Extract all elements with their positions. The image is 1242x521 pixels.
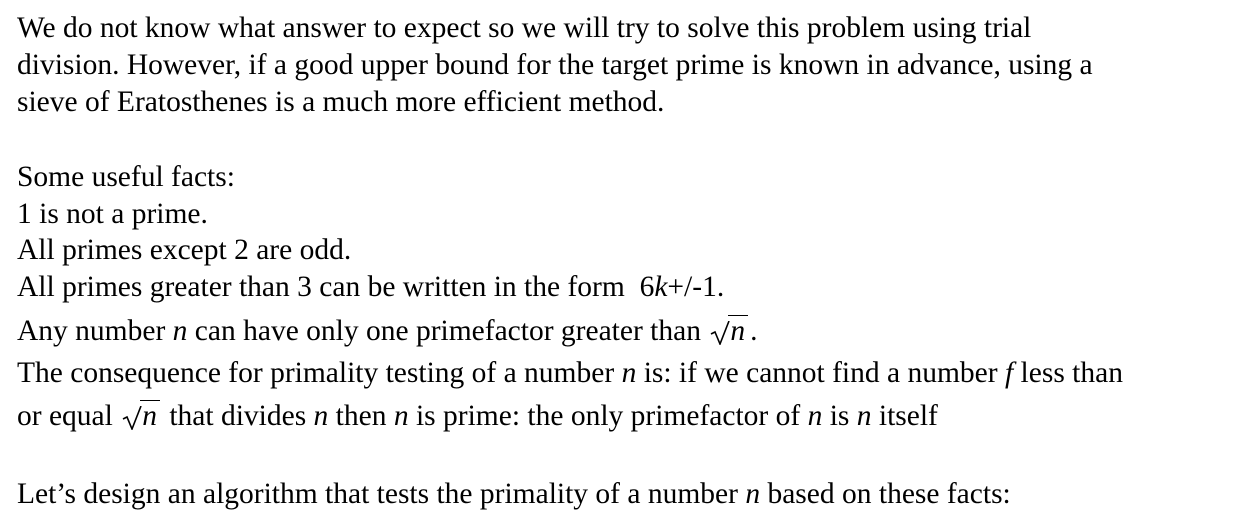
fact-text: All primes greater than 3 can be written…	[17, 271, 625, 303]
paragraph-line: sieve of Eratosthenes is a much more eff…	[17, 86, 665, 118]
radical-sign-icon	[710, 321, 731, 345]
variable-n: n	[172, 315, 188, 347]
closing-line: Let’s design an algorithm that tests the…	[17, 478, 1011, 510]
fact-line: All primes except 2 are odd.	[17, 234, 352, 266]
fact-line: 1 is not a prime.	[17, 198, 208, 230]
square-root-n: n	[710, 315, 749, 348]
fact-line: The consequence for primality testing of…	[17, 357, 1123, 389]
facts-heading: Some useful facts:	[17, 161, 235, 193]
square-root-n: n	[122, 400, 160, 433]
paragraph-line: division. However, if a good upper bound…	[17, 49, 1093, 81]
radical-sign-icon	[122, 406, 142, 430]
fact-line: or equal n that divides n then n is prim…	[17, 400, 938, 433]
fact-line: Any number n can have only one primefact…	[17, 315, 758, 348]
paragraph-line: We do not know what answer to expect so …	[17, 12, 1032, 44]
fact-line: All primes greater than 3 can be written…	[17, 271, 724, 304]
formula: 6k+/-1.	[639, 271, 725, 303]
